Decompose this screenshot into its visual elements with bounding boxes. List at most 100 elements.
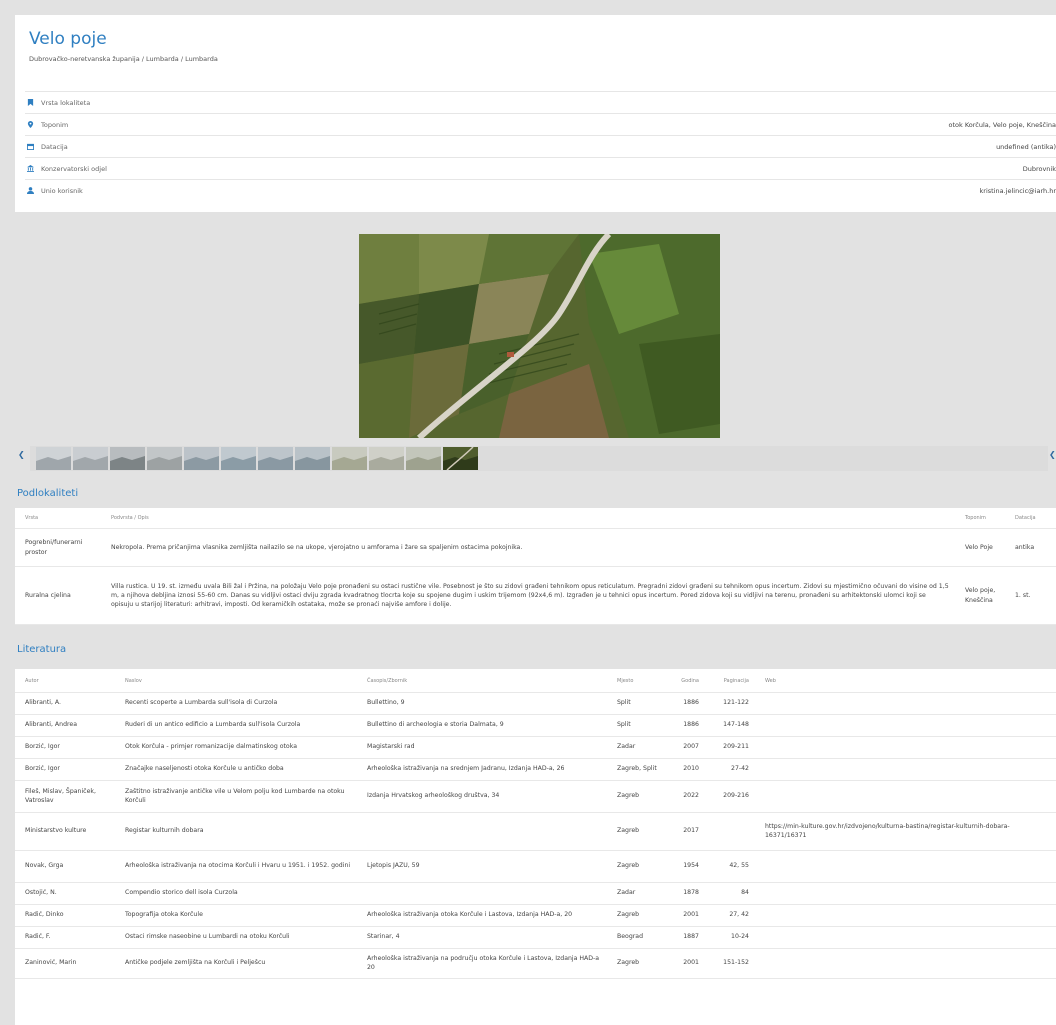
literature-journal <box>357 882 607 905</box>
table-row: Borzić, Igor Značajke naseljenosti otoka … <box>15 758 1056 781</box>
literature-title: Zaštitno istraživanje antičke vile u Vel… <box>115 780 357 813</box>
literature-journal: Magistarski rad <box>357 736 607 759</box>
literature-title: Značajke naseljenosti otoka Korčule u an… <box>115 758 357 781</box>
column-header: Podvrsta / Opis <box>101 508 955 529</box>
literature-place: Zagreb, Split <box>607 758 670 781</box>
literature-place: Beograd <box>607 926 670 949</box>
subsite-toponym: Velo poje, Kneščina <box>955 566 1005 625</box>
info-value: otok Korčula, Velo poje, Kneščina <box>948 121 1056 129</box>
literature-web <box>755 926 1056 949</box>
literature-year: 1886 <box>670 714 705 737</box>
literature-author: Zaninović, Marin <box>15 948 115 979</box>
gallery-thumbnail[interactable] <box>406 447 441 470</box>
info-row-dating: Datacija undefined (antika) <box>25 135 1056 158</box>
table-row: Radić, Dinko Topografija otoka Korčule Arh… <box>15 904 1056 927</box>
literature-place: Zagreb <box>607 850 670 883</box>
literature-web <box>755 758 1056 781</box>
column-header: Časopis/Zbornik <box>357 669 607 693</box>
info-row-conservation-department: Konzervatorski odjel Dubrovnik <box>25 157 1056 180</box>
literature-year: 2007 <box>670 736 705 759</box>
gallery-thumbnail[interactable] <box>221 447 256 470</box>
gallery-next-button[interactable]: ❮ <box>1049 450 1056 459</box>
literature-journal: Ljetopis JAZU, 59 <box>357 850 607 883</box>
gallery-thumbnail[interactable] <box>443 447 478 470</box>
table-row: Radić, F. Ostaci rimske naseobine u Lumba… <box>15 926 1056 949</box>
column-header: Web <box>755 669 1056 693</box>
literature-pages <box>705 812 755 851</box>
literature-pages: 84 <box>705 882 755 905</box>
literature-author: Ministarstvo kulture <box>15 812 115 851</box>
thumbnail-graphic <box>369 447 404 470</box>
literature-place: Zadar <box>607 882 670 905</box>
literature-title: Ostaci rimske naseobine u Lumbardi na ot… <box>115 926 357 949</box>
gallery-thumbnail[interactable] <box>332 447 367 470</box>
subsite-type: Pogrebni/funerarni prostor <box>15 528 101 567</box>
site-header-card: Velo poje Dubrovačko-neretvanska županij… <box>15 15 1056 212</box>
gallery-prev-button[interactable]: ❮ <box>18 450 25 459</box>
literature-year: 2022 <box>670 780 705 813</box>
table-row: Ministarstvo kulture Registar kulturnih d… <box>15 812 1056 851</box>
aerial-photo-graphic <box>359 234 720 438</box>
literature-pages: 151-152 <box>705 948 755 979</box>
literature-web <box>755 850 1056 883</box>
column-header: Datacija <box>1005 508 1056 529</box>
gallery-thumbnail[interactable] <box>36 447 71 470</box>
literature-web[interactable]: https://min-kulture.gov.hr/izdvojeno/kul… <box>755 812 1056 851</box>
thumbnail-strip <box>30 446 1048 471</box>
gallery-thumbnail[interactable] <box>295 447 330 470</box>
literature-web <box>755 780 1056 813</box>
aerial-site-photo[interactable] <box>359 234 720 438</box>
info-row-user: Unio korisnik kristina.jelincic@iarh.hr <box>25 179 1056 202</box>
thumbnail-graphic <box>406 447 441 470</box>
gallery-thumbnail[interactable] <box>184 447 219 470</box>
gallery-thumbnail[interactable] <box>147 447 182 470</box>
literature-place: Zagreb <box>607 948 670 979</box>
literature-year: 1954 <box>670 850 705 883</box>
table-row: Zaninović, Marin Antičke podjele zemljišt… <box>15 948 1056 979</box>
literature-pages: 27-42 <box>705 758 755 781</box>
info-label: Konzervatorski odjel <box>41 165 107 173</box>
literature-web <box>755 692 1056 715</box>
literature-pages: 209-216 <box>705 780 755 813</box>
thumbnail-graphic <box>73 447 108 470</box>
table-row: Ostojić, N. Compendio storico dell isola … <box>15 882 1056 905</box>
literature-section-title: Literatura <box>17 644 67 655</box>
literature-year: 1887 <box>670 926 705 949</box>
literature-journal: Bullettino di archeologia e storia Dalma… <box>357 714 607 737</box>
info-label: Datacija <box>41 143 68 151</box>
literature-journal: Arheološka istraživanja otoka Korčule i … <box>357 904 607 927</box>
literature-year: 2001 <box>670 904 705 927</box>
literature-table: Autor Naslov Časopis/Zbornik Mjesto Godi… <box>15 669 1056 979</box>
table-header-row: Autor Naslov Časopis/Zbornik Mjesto Godi… <box>15 669 1056 693</box>
literature-place: Split <box>607 692 670 715</box>
map-marker-icon <box>27 121 34 128</box>
gallery-thumbnail[interactable] <box>369 447 404 470</box>
thumbnail-graphic <box>295 447 330 470</box>
table-row: Ruralna cjelina Villa rustica. U 19. st.… <box>15 566 1056 625</box>
thumbnail-graphic <box>110 447 145 470</box>
subsite-description: Villa rustica. U 19. st. između uvala Bi… <box>101 566 955 625</box>
literature-author: Fileš, Mislav, Španiček, Vatroslav <box>15 780 115 813</box>
column-header: Naslov <box>115 669 357 693</box>
literature-journal: Starinar, 4 <box>357 926 607 949</box>
literature-pages: 10-24 <box>705 926 755 949</box>
literature-place: Zagreb <box>607 780 670 813</box>
info-row-site-type: Vrsta lokaliteta <box>25 91 1056 114</box>
bookmark-icon <box>27 99 34 106</box>
literature-year: 2017 <box>670 812 705 851</box>
literature-author: Borzić, Igor <box>15 736 115 759</box>
chevron-right-icon: ❮ <box>1049 450 1056 459</box>
gallery-thumbnail[interactable] <box>73 447 108 470</box>
gallery-thumbnail[interactable] <box>258 447 293 470</box>
literature-pages: 209-211 <box>705 736 755 759</box>
thumbnail-graphic <box>184 447 219 470</box>
column-header: Autor <box>15 669 115 693</box>
table-row: Pogrebni/funerarni prostor Nekropola. Pr… <box>15 528 1056 567</box>
info-label: Vrsta lokaliteta <box>41 99 91 107</box>
gallery-thumbnail[interactable] <box>110 447 145 470</box>
subsite-dating: antika <box>1005 528 1056 567</box>
info-row-toponym: Toponim otok Korčula, Velo poje, Kneščin… <box>25 113 1056 136</box>
literature-web <box>755 714 1056 737</box>
literature-place: Zagreb <box>607 904 670 927</box>
subsites-table: Vrsta Podvrsta / Opis Toponim Datacija P… <box>15 508 1056 625</box>
